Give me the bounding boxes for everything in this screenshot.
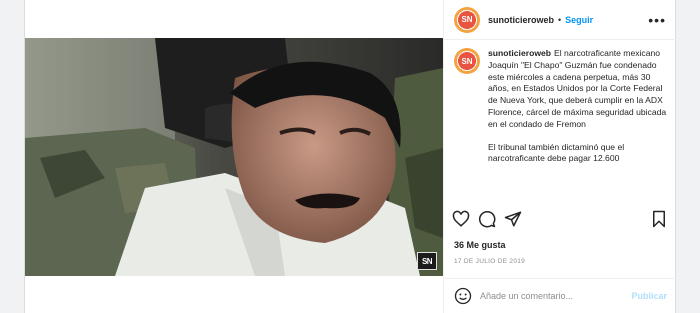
caption-paragraph-1: sunoticieroweb El narcotraficante mexican… [488, 48, 668, 131]
username[interactable]: sunoticieroweb [488, 15, 554, 25]
separator-dot: • [558, 14, 562, 25]
follow-button[interactable]: Seguir [565, 15, 593, 25]
more-options-icon[interactable]: ••• [648, 12, 666, 28]
publish-button[interactable]: Publicar [631, 291, 667, 301]
heart-icon[interactable] [452, 210, 470, 228]
post-image[interactable]: SN [25, 38, 443, 276]
watermark-logo: SN [417, 252, 437, 270]
post-header: SN sunoticieroweb • Seguir ••• [444, 0, 676, 40]
caption-block: SN sunoticieroweb El narcotraficante mexi… [454, 48, 668, 198]
caption-paragraph-2: El tribunal también dictaminó que el nar… [488, 141, 625, 164]
caption-body-1: El narcotraficante mexicano Joaquín "El … [488, 48, 667, 129]
avatar[interactable]: SN [454, 6, 480, 33]
caption-text: sunoticieroweb El narcotraficante mexican… [488, 48, 668, 198]
comment-icon[interactable] [478, 210, 496, 228]
caption-avatar[interactable]: SN [454, 48, 480, 74]
share-icon[interactable] [504, 210, 522, 228]
comment-input[interactable] [480, 291, 632, 301]
emoji-icon[interactable] [454, 287, 472, 305]
post-sidebar: SN sunoticieroweb • Seguir ••• SN sunoti… [443, 0, 677, 313]
bookmark-icon[interactable] [650, 210, 668, 228]
post-photo [25, 38, 443, 276]
likes-count[interactable]: 36 Me gusta [454, 240, 506, 250]
post-date[interactable]: 17 DE JULIO DE 2019 [454, 258, 525, 265]
action-bar [452, 210, 668, 228]
comment-bar: Publicar [444, 278, 677, 313]
caption-username[interactable]: sunoticieroweb [488, 48, 551, 58]
instagram-post: SN SN sunoticieroweb • Seguir ••• SN sun… [24, 0, 677, 313]
